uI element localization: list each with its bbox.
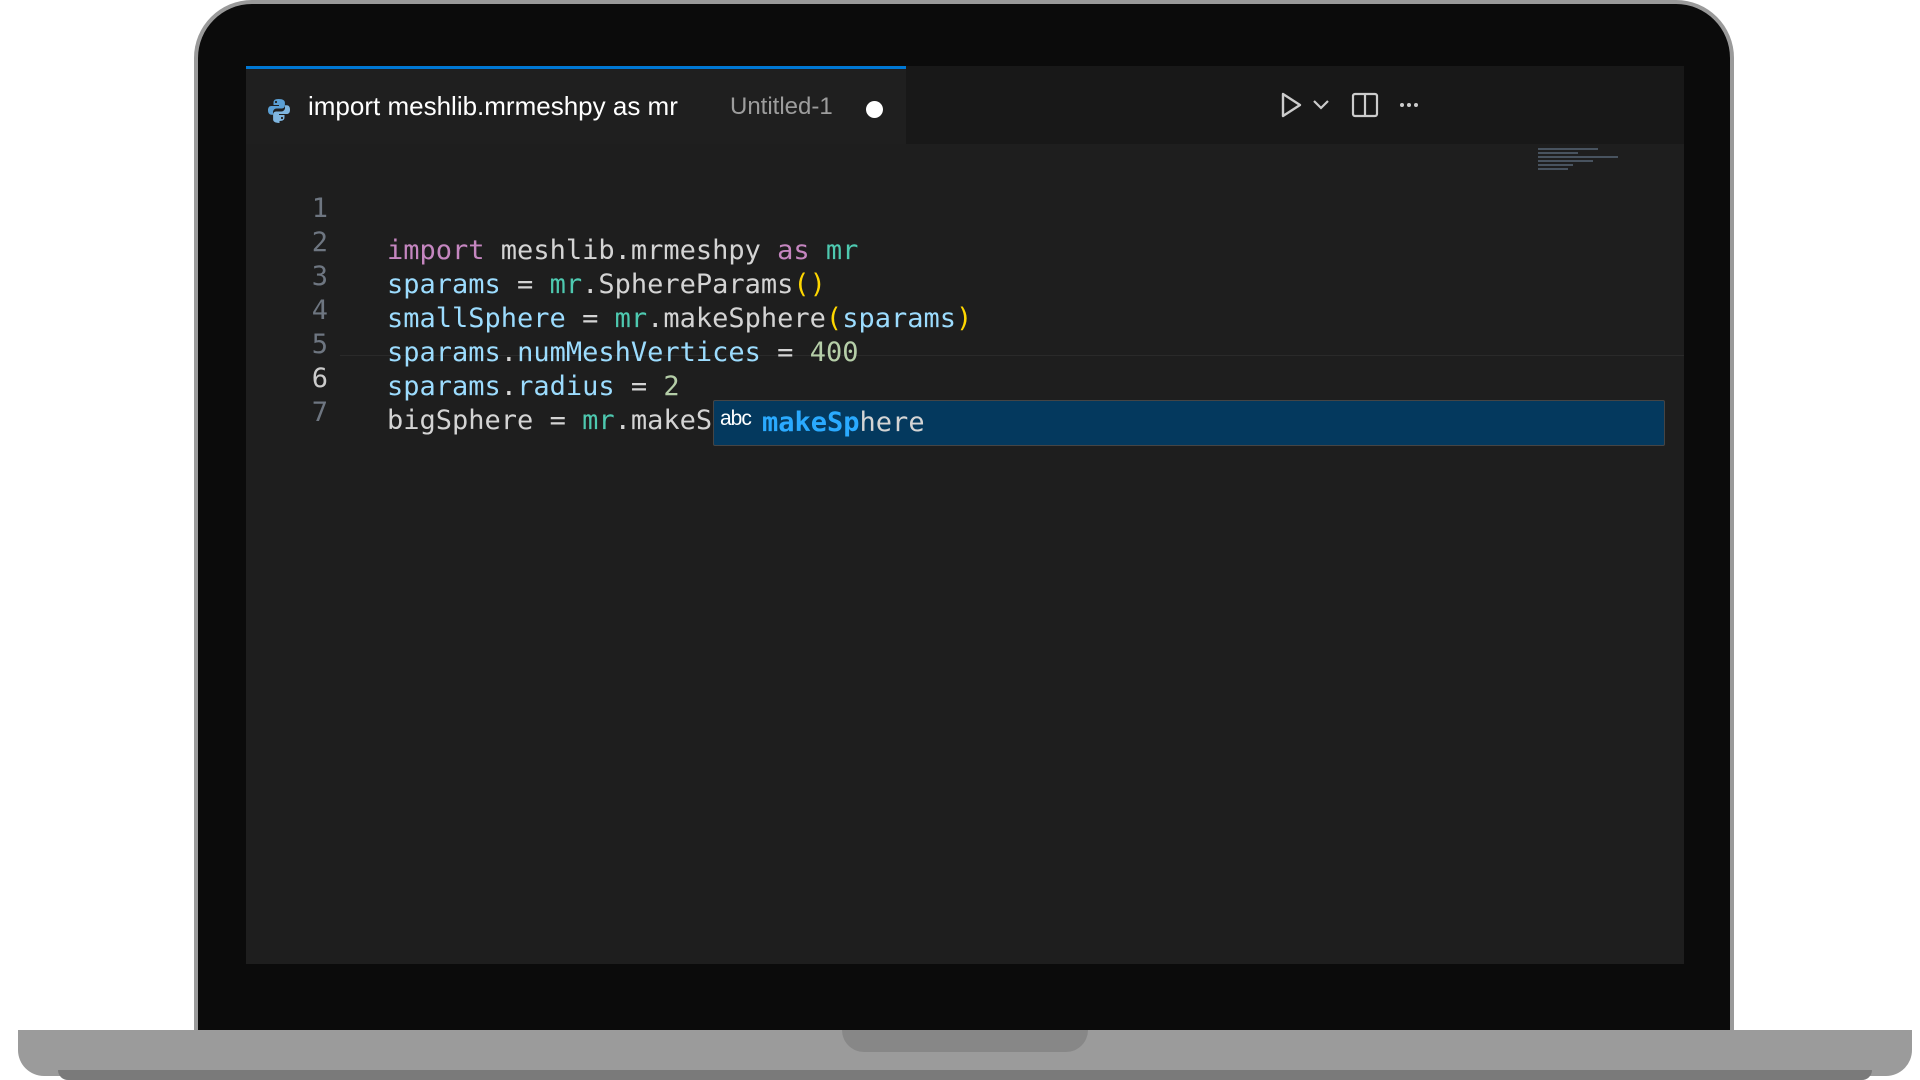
split-editor-button[interactable] (1346, 88, 1384, 122)
chevron-down-icon (1313, 100, 1329, 110)
editor-tab-untitled-1[interactable]: import meshlib.mrmeshpy as mr Untitled-1 (246, 66, 906, 144)
text-kind-icon: abc (720, 407, 752, 430)
code-line[interactable]: 7 (246, 350, 1684, 428)
suggestion-label: makeSphere (762, 403, 925, 443)
unsaved-dot-icon[interactable] (866, 101, 883, 118)
code-editor-window: import meshlib.mrmeshpy as mr Untitled-1 (246, 66, 1684, 964)
run-dropdown-button[interactable] (1308, 88, 1334, 122)
tab-title: import meshlib.mrmeshpy as mr (308, 91, 678, 121)
split-editor-icon (1351, 92, 1379, 118)
laptop-notch (842, 1030, 1088, 1052)
play-icon (1281, 92, 1302, 118)
run-button[interactable] (1274, 88, 1308, 122)
laptop-base-shadow (58, 1070, 1872, 1080)
autocomplete-suggestion-makeSphere[interactable]: abc makeSphere (713, 400, 1665, 446)
line-number: 7 (311, 397, 328, 428)
ellipsis-icon (1400, 103, 1418, 107)
suggestion-rest: here (859, 407, 925, 438)
suggestion-match: makeSp (762, 407, 860, 438)
line-code: bigSphere = mr.makeSp (387, 400, 732, 442)
tab-description: Untitled-1 (730, 93, 833, 120)
python-icon (266, 97, 292, 123)
editor-tab-bar: import meshlib.mrmeshpy as mr Untitled-1 (246, 66, 1684, 144)
more-actions-button[interactable] (1394, 88, 1424, 122)
